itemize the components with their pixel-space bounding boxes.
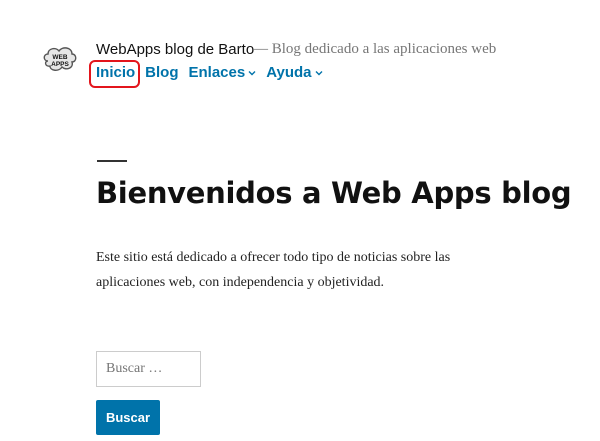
chevron-down-icon xyxy=(248,70,256,75)
nav-item-ayuda[interactable]: Ayuda xyxy=(266,64,323,81)
nav-item-enlaces[interactable]: Enlaces xyxy=(189,64,257,81)
logo-text-bottom: APPS xyxy=(51,61,69,68)
page-title: Bienvenidos a Web Apps blog xyxy=(96,176,572,210)
chevron-down-icon xyxy=(315,70,323,75)
search-button[interactable]: Buscar xyxy=(96,400,160,435)
site-title[interactable]: WebApps blog de Barto xyxy=(96,41,254,58)
nav-item-label: Blog xyxy=(145,64,179,81)
title-separator xyxy=(97,160,127,162)
search-input[interactable] xyxy=(96,351,201,387)
highlight-box xyxy=(89,60,140,88)
site-tagline: — Blog dedicado a las aplicaciones web xyxy=(253,41,497,57)
logo-text-top: WEB xyxy=(52,54,67,61)
site-logo[interactable]: WEB APPS xyxy=(42,45,78,75)
nav-item-label: Ayuda xyxy=(266,64,312,81)
nav-item-blog[interactable]: Blog xyxy=(145,64,178,81)
intro-paragraph: Este sitio está dedicado a ofrecer todo … xyxy=(96,250,451,290)
nav-item-label: Enlaces xyxy=(188,64,246,81)
